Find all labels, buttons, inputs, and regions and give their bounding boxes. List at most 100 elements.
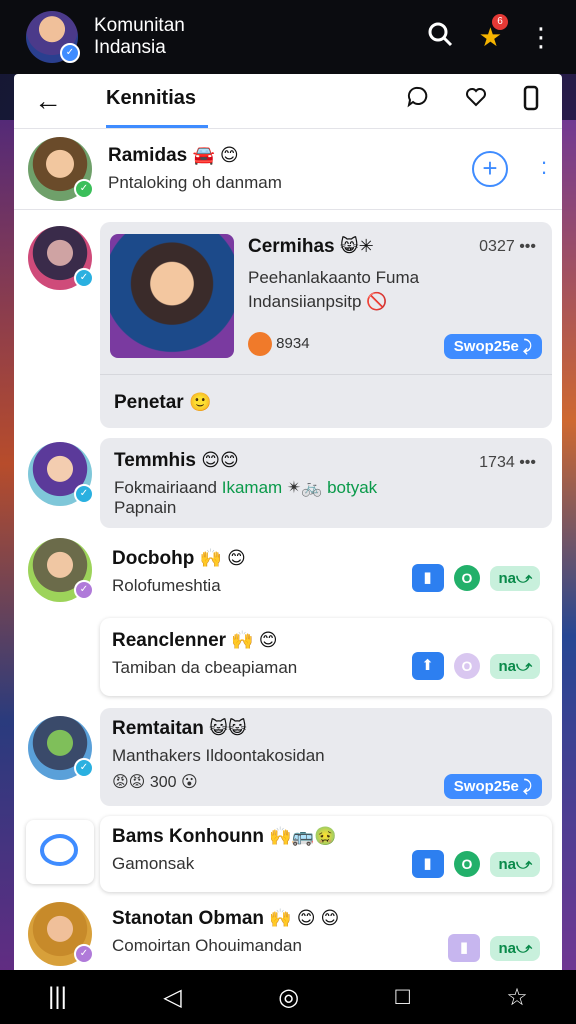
list-item: Bams Konhounn 🙌🚌🤢 Gamonsak ▮ O na⤻ (14, 816, 562, 894)
more-horiz-icon[interactable]: ••• (519, 238, 536, 255)
avatar[interactable]: ✓ (28, 137, 94, 201)
stats-button[interactable]: ▮ (411, 564, 444, 592)
message-card[interactable]: Reanclenner 🙌 😊 Tamiban da cbeapiaman ⬆ … (100, 618, 552, 696)
list-item: ✓ Remtaitan 😺😺 Manthakers Ildoontakosida… (14, 708, 562, 808)
item-line1-highlight: Ikamam (221, 478, 283, 497)
item-count: 300 (149, 774, 177, 791)
community-avatar[interactable]: ✓ (26, 11, 80, 63)
notification-badge: 6 (492, 13, 508, 30)
item-line1-tail: botyak (327, 478, 378, 497)
reply-button[interactable]: na⤻ (490, 851, 540, 877)
tab-bar: ← Kennitias (14, 74, 562, 129)
emoji-icon: 😮 (180, 774, 198, 791)
phone-icon[interactable] (522, 85, 540, 118)
more-horiz-icon[interactable]: ••• (519, 454, 536, 471)
more-vert-icon[interactable]: · · (540, 151, 548, 183)
emoji-icon: 😊😊 (201, 450, 239, 470)
post-card[interactable]: Cermihas 😸✳ Peehanlakaanto Fuma Indansii… (100, 222, 552, 428)
post-row: ✓ Cermihas 😸✳ Peehanlakaanto Fuma Indans… (14, 222, 562, 432)
search-icon[interactable] (427, 21, 453, 54)
back-arrow-icon[interactable]: ← (34, 85, 66, 117)
emoji-icon: 🙂 (188, 392, 212, 412)
emoji-icon: 🙌 😊 😊 (269, 908, 340, 928)
verified-icon: ✓ (74, 484, 94, 504)
game-thumbnail[interactable] (110, 234, 234, 358)
list-item: ✓ Stanotan Obman 🙌 😊 😊 Comoirtan Ohouima… (14, 898, 562, 972)
reply-button[interactable]: na⤻ (490, 565, 540, 591)
item-subtitle: Manthakers Ildoontakosidan (112, 746, 325, 765)
header-subtitle: Pntaloking oh danmam (108, 173, 282, 192)
avatar[interactable]: ✓ (28, 226, 94, 290)
item-line1: Fokmairiaand (114, 478, 217, 497)
post-footer: Penetar (114, 392, 184, 413)
star-outline-icon[interactable]: ☆ (506, 983, 528, 1012)
item-time: 1734 ••• (479, 454, 536, 471)
post-title: Cermihas (248, 236, 335, 257)
item-name: Reanclenner (112, 630, 227, 651)
share-button[interactable]: ⬆ (411, 652, 444, 680)
emoji-icon: 🙌🚌🤢 (269, 826, 337, 846)
item-line2: Papnain (114, 498, 177, 517)
avatar[interactable]: ✓ (28, 442, 94, 506)
item-name: Stanotan Obman (112, 908, 265, 929)
item-name: Remtaitan (112, 718, 204, 739)
verified-icon: ✓ (74, 944, 94, 964)
app-bar: ✓ Komunitan Indansia ★ 6 ⋮ (0, 0, 576, 74)
list-item: Reanclenner 🙌 😊 Tamiban da cbeapiaman ⬆ … (14, 618, 562, 700)
post-time: 0327 ••• (479, 238, 536, 255)
post-line1: Peehanlakaanto Fuma (248, 268, 420, 287)
stats-button[interactable]: ▮ (411, 850, 444, 878)
back-icon[interactable]: ◁ (163, 983, 181, 1012)
emoji-icon: 🙌 😊 (231, 630, 278, 650)
reply-button[interactable]: na⤻ (490, 653, 540, 679)
online-button[interactable]: O (453, 653, 480, 679)
header-name: Ramidas (108, 145, 188, 166)
verified-icon: ✓ (74, 758, 94, 778)
avatar[interactable]: ✓ (28, 902, 94, 966)
verified-icon: ✓ (74, 179, 94, 199)
reaction-icon (248, 332, 272, 356)
message-card[interactable]: Temmhis 😊😊 Fokmairiaand Ikamam ✴🚲 botyak… (100, 438, 552, 528)
online-button[interactable]: O (453, 851, 480, 877)
verified-icon: ✓ (74, 268, 94, 288)
list-item: ✓ Docbohp 🙌 😊 Rolofumeshtia ▮ O na⤻ (14, 536, 562, 614)
verified-icon: ✓ (60, 43, 80, 63)
add-button[interactable]: + (472, 151, 508, 187)
item-name: Docbohp (112, 548, 195, 569)
recents-icon[interactable]: ||| (48, 983, 67, 1011)
emoji-icon: 😸✳ (339, 236, 374, 256)
item-subtitle: Gamonsak (112, 854, 195, 873)
stats-button[interactable]: ▮ (447, 934, 480, 962)
star-icon[interactable]: ★ 6 (479, 13, 508, 53)
profile-header[interactable]: ✓ Ramidas 🚘 😊 Pntaloking oh danmam + · · (14, 129, 562, 210)
online-button[interactable]: O (453, 565, 480, 591)
overview-icon[interactable]: □ (395, 983, 410, 1011)
more-vert-icon[interactable]: ⋮ (528, 22, 554, 53)
swap-button[interactable]: Swop25e ⤸ (443, 334, 542, 359)
avatar[interactable]: ✓ (28, 538, 94, 602)
emoji-icon: 😺😺 (209, 718, 247, 738)
home-icon[interactable]: ◎ (278, 983, 299, 1012)
tab-active[interactable]: Kennitias (106, 74, 209, 128)
emoji-icon: ✴🚲 (286, 478, 323, 497)
list-item: ✓ Temmhis 😊😊 Fokmairiaand Ikamam ✴🚲 boty… (14, 438, 562, 530)
item-subtitle: Comoirtan Ohouimandan (112, 936, 302, 955)
item-name: Bams Konhounn (112, 826, 264, 847)
reply-button[interactable]: na⤻ (490, 935, 540, 961)
reaction-icon: 😡😡 (112, 774, 146, 791)
emoji-icon: 🚘 😊 (192, 145, 239, 165)
swap-button[interactable]: Swop25e ⤸ (443, 774, 542, 799)
logo-icon[interactable] (26, 820, 94, 884)
message-card[interactable]: Docbohp 🙌 😊 Rolofumeshtia ▮ O na⤻ (100, 536, 552, 612)
item-subtitle: Tamiban da cbeapiaman (112, 658, 298, 677)
item-subtitle: Rolofumeshtia (112, 576, 221, 595)
message-card[interactable]: Bams Konhounn 🙌🚌🤢 Gamonsak ▮ O na⤻ (100, 816, 552, 892)
message-card[interactable]: Stanotan Obman 🙌 😊 😊 Comoirtan Ohouimand… (100, 898, 552, 972)
community-title: Komunitan Indansia (94, 15, 185, 58)
chat-bubble-icon[interactable] (406, 85, 430, 118)
heart-chat-icon[interactable] (464, 85, 488, 118)
verified-icon: ✓ (74, 580, 94, 600)
avatar[interactable]: ✓ (28, 716, 94, 780)
message-card[interactable]: Remtaitan 😺😺 Manthakers Ildoontakosidan … (100, 708, 552, 806)
item-name: Temmhis (114, 450, 197, 471)
